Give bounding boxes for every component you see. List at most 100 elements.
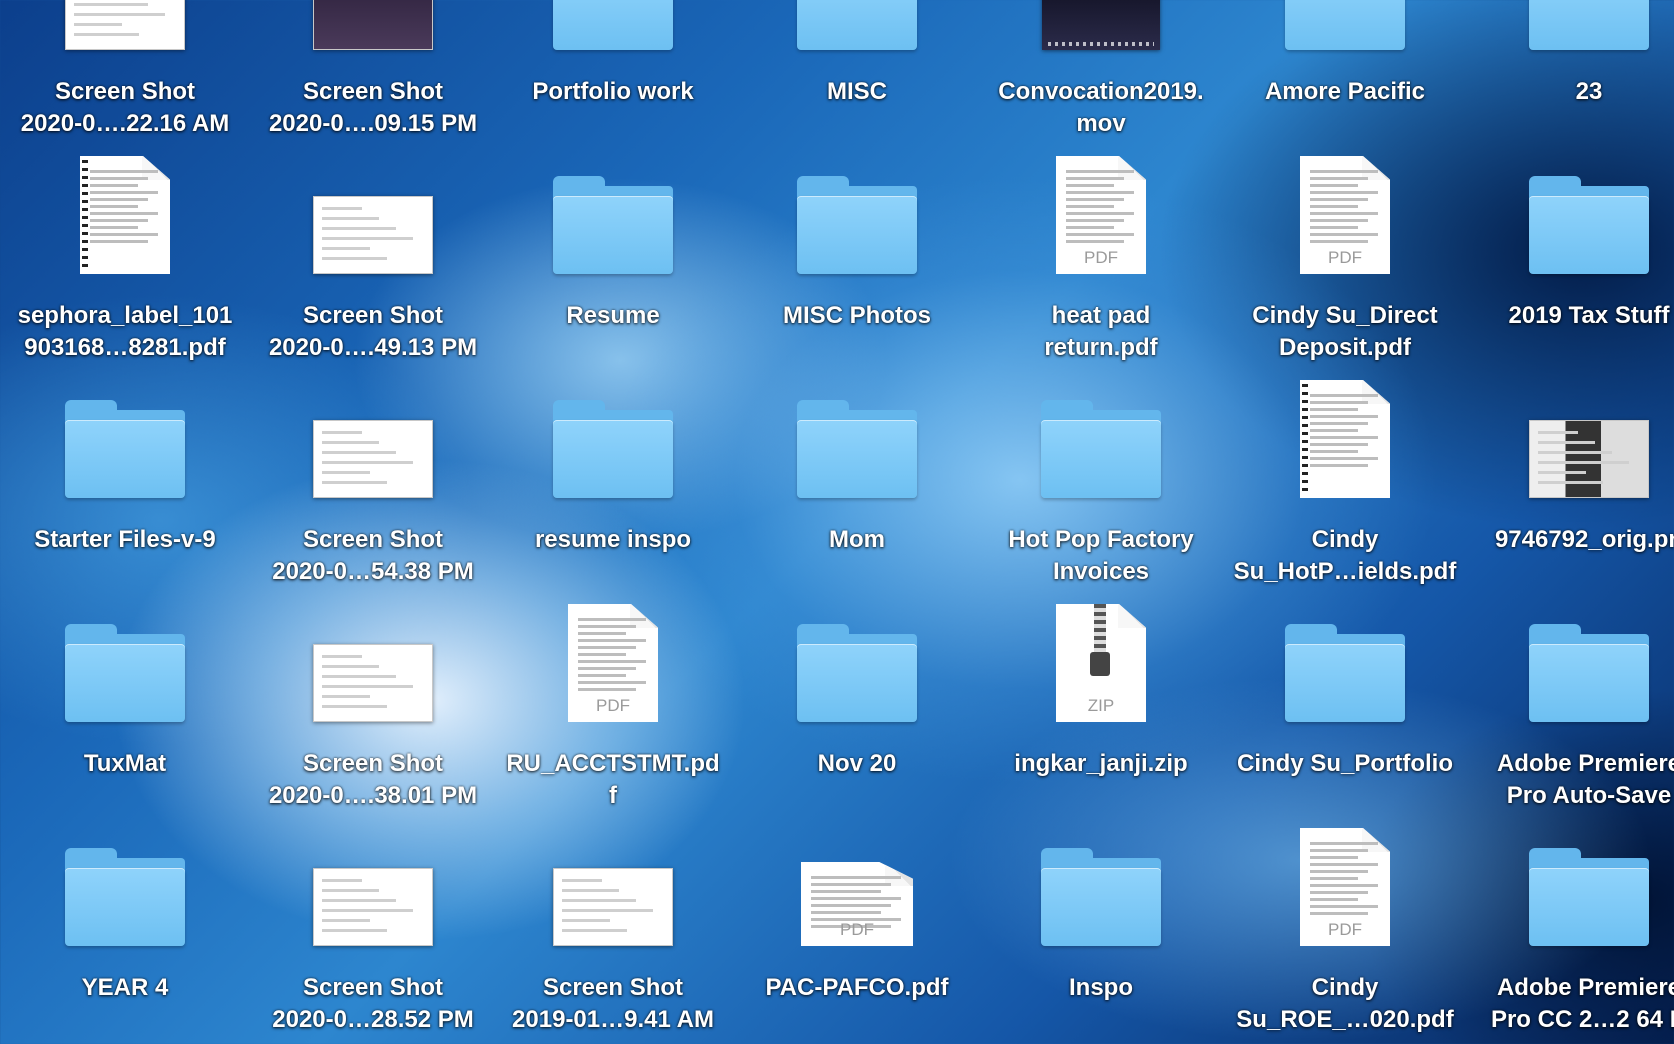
doc-line-decor: [811, 911, 881, 914]
folder-front-decor: [1529, 0, 1649, 50]
item-thumbnail: [1467, 154, 1674, 274]
screenshot-line-decor: [1538, 431, 1578, 434]
screenshot-line-decor: [322, 685, 413, 688]
desktop-item[interactable]: ZIP ingkar_janji.zip: [979, 602, 1223, 812]
item-thumbnail: [735, 0, 979, 50]
item-thumbnail: PDF: [735, 826, 979, 946]
doc-line-decor: [90, 170, 158, 173]
item-thumbnail: [3, 826, 247, 946]
screenshot-line-decor: [74, 33, 139, 36]
desktop-item[interactable]: Nov 20: [735, 602, 979, 812]
screenshot-line-decor: [322, 431, 362, 434]
desktop-item[interactable]: PDF RU_ACCTSTMT.pd f: [491, 602, 735, 812]
movie-thumbnail-icon: [1042, 0, 1160, 50]
file-type-label: ZIP: [1087, 696, 1115, 715]
doc-line-decor: [1066, 212, 1134, 215]
folder-icon: [65, 624, 185, 722]
doc-line-decor: [1066, 233, 1134, 236]
file-type-label: PDF: [1084, 248, 1118, 267]
desktop-item[interactable]: Starter Files-v-9: [3, 378, 247, 588]
doc-line-decor: [578, 625, 636, 628]
desktop-item[interactable]: PDF Cindy Su_Direct Deposit.pdf: [1223, 154, 1467, 364]
item-name: Nov 20: [817, 750, 897, 777]
screenshot-thumbnail-icon: [553, 868, 673, 946]
desktop-item[interactable]: Screen Shot 2020-0….38.01 PM: [251, 602, 495, 812]
desktop-item[interactable]: MISC: [735, 0, 979, 140]
pdf-document-icon: PDF: [1300, 828, 1390, 946]
desktop-item[interactable]: Screen Shot 2020-0….49.13 PM: [251, 154, 495, 364]
doc-line-decor: [1310, 870, 1368, 873]
item-thumbnail: [3, 602, 247, 722]
file-type-label: PDF: [1328, 920, 1362, 939]
pdf-document-icon: PDF: [1056, 156, 1146, 274]
folder-front-decor: [65, 644, 185, 722]
desktop-item[interactable]: Screen Shot 2020-0…28.52 PM: [251, 826, 495, 1036]
desktop-item[interactable]: resume inspo: [491, 378, 735, 588]
screenshot-thumbnail-icon: [313, 420, 433, 498]
doc-line-decor: [1310, 884, 1378, 887]
desktop-item[interactable]: MISC Photos: [735, 154, 979, 364]
item-name: RU_ACCTSTMT.pd f: [506, 750, 720, 809]
item-name: Mom: [829, 526, 885, 553]
item-name: MISC: [827, 78, 887, 105]
folder-icon: [797, 0, 917, 50]
desktop-item[interactable]: Screen Shot 2020-0….22.16 AM: [3, 0, 247, 140]
desktop-item[interactable]: TUXMAT Screen Shot 2020-0….09.15 PM: [251, 0, 495, 140]
desktop-item[interactable]: Resume: [491, 154, 735, 364]
desktop-item[interactable]: Amore Pacific: [1223, 0, 1467, 140]
desktop-item[interactable]: 23: [1467, 0, 1674, 140]
doc-line-decor: [1066, 170, 1134, 173]
desktop-item[interactable]: Screen Shot 2019-01…9.41 AM: [491, 826, 735, 1036]
screenshot-line-decor: [562, 889, 619, 892]
doc-line-decor: [1310, 429, 1358, 432]
desktop-item[interactable]: Adobe Premiere Pro CC 2…2 64 B: [1467, 826, 1674, 1036]
desktop-item[interactable]: Cindy Su_HotP…ields.pdf: [1223, 378, 1467, 588]
doc-line-decor: [1310, 457, 1378, 460]
doc-line-decor: [90, 177, 148, 180]
desktop-item[interactable]: 2019 Tax Stuff: [1467, 154, 1674, 364]
screenshot-thumbnail-icon: [313, 868, 433, 946]
item-name: Adobe Premiere Pro Auto-Save: [1496, 750, 1674, 809]
desktop-item[interactable]: Cindy Su_Portfolio: [1223, 602, 1467, 812]
desktop-item[interactable]: YEAR 4: [3, 826, 247, 1036]
doc-line-decor: [811, 897, 901, 900]
item-thumbnail: [1467, 378, 1674, 498]
item-thumbnail: [491, 378, 735, 498]
doc-line-decor: [578, 688, 636, 691]
doc-line-decor: [1066, 198, 1124, 201]
desktop-item[interactable]: Portfolio work: [491, 0, 735, 140]
folder-icon: [1529, 848, 1649, 946]
screenshot-line-decor: [322, 237, 413, 240]
item-thumbnail: [491, 0, 735, 50]
desktop-item[interactable]: PDF heat pad return.pdf: [979, 154, 1223, 364]
desktop-item[interactable]: 9746792_orig.pn: [1467, 378, 1674, 588]
item-thumbnail: PDF: [491, 602, 735, 722]
screenshot-line-decor: [322, 217, 379, 220]
screenshot-line-decor: [322, 879, 362, 882]
pdf-document-icon: [1300, 380, 1390, 498]
item-thumbnail: [251, 378, 495, 498]
desktop-item[interactable]: Hot Pop Factory Invoices: [979, 378, 1223, 588]
doc-line-decor: [811, 890, 881, 893]
zipper-pull-decor: [1090, 652, 1110, 676]
desktop-item[interactable]: Mom: [735, 378, 979, 588]
desktop-item[interactable]: Adobe Premiere Pro Auto-Save: [1467, 602, 1674, 812]
item-thumbnail: [1223, 602, 1467, 722]
item-thumbnail: [1467, 602, 1674, 722]
desktop-item[interactable]: PDF PAC-PAFCO.pdf: [735, 826, 979, 1036]
desktop-item[interactable]: Inspo: [979, 826, 1223, 1036]
item-name: YEAR 4: [81, 974, 169, 1001]
desktop-item[interactable]: Convocation2019. mov: [979, 0, 1223, 140]
desktop-item[interactable]: PDF Cindy Su_ROE_…020.pdf: [1223, 826, 1467, 1036]
doc-line-decor: [1310, 240, 1368, 243]
desktop-item[interactable]: TuxMat: [3, 602, 247, 812]
folder-icon: [1285, 624, 1405, 722]
item-name: Cindy Su_HotP…ields.pdf: [1233, 526, 1457, 585]
item-thumbnail: [491, 154, 735, 274]
item-name: Amore Pacific: [1264, 78, 1426, 105]
desktop-item[interactable]: sephora_label_101 903168…8281.pdf: [3, 154, 247, 364]
doc-line-decor: [1310, 198, 1368, 201]
desktop-item[interactable]: Screen Shot 2020-0…54.38 PM: [251, 378, 495, 588]
folder-front-decor: [65, 868, 185, 946]
doc-line-decor: [578, 639, 646, 642]
